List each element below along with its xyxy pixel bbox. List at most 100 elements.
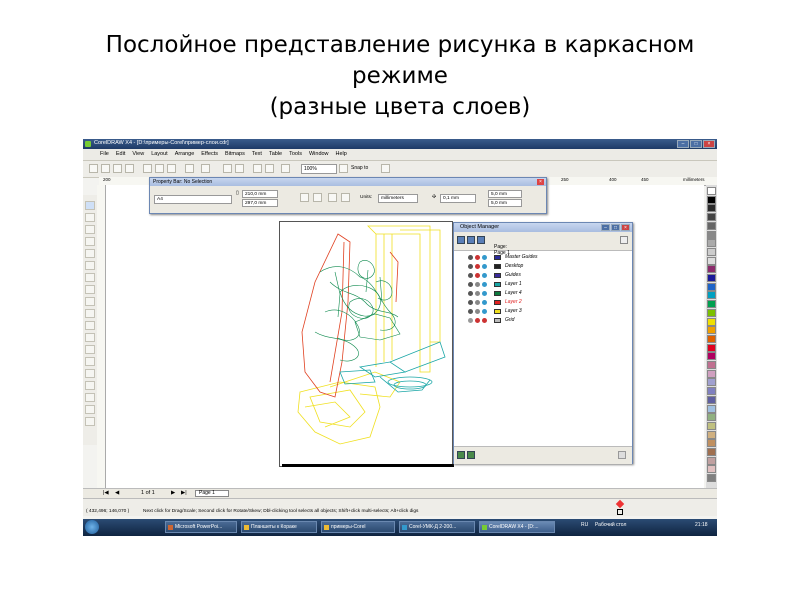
close-button[interactable]: × — [703, 140, 715, 148]
interactive-blend-tool-icon[interactable] — [85, 369, 95, 378]
full-screen-preview-icon[interactable] — [339, 164, 348, 173]
palette-swatch[interactable] — [707, 395, 716, 404]
print-icon[interactable] — [475, 309, 480, 314]
palette-swatch[interactable] — [707, 308, 716, 317]
print-disabled-icon[interactable] — [475, 318, 480, 323]
palette-swatch[interactable] — [707, 387, 716, 396]
delete-layer-icon[interactable] — [618, 451, 626, 459]
menu-file[interactable]: File — [100, 149, 109, 160]
nudge-distance-field[interactable]: 0,1 mm — [440, 194, 476, 203]
dimension-tool-icon[interactable] — [85, 345, 95, 354]
zoom-tool-icon[interactable] — [85, 237, 95, 246]
print-disabled-icon[interactable] — [475, 273, 480, 278]
layer-manager-view-icon[interactable] — [477, 236, 485, 244]
page-height-field[interactable]: 297,0 mm — [242, 199, 278, 207]
palette-swatch[interactable] — [707, 474, 716, 483]
palette-swatch[interactable] — [707, 326, 716, 335]
undo-icon[interactable] — [185, 164, 194, 173]
visibility-eye-icon[interactable] — [468, 300, 473, 305]
edit-pencil-icon[interactable] — [482, 264, 487, 269]
table-tool-icon[interactable] — [85, 333, 95, 342]
visibility-eye-icon[interactable] — [468, 264, 473, 269]
palette-swatch[interactable] — [707, 465, 716, 474]
edit-pencil-icon[interactable] — [482, 309, 487, 314]
print-icon[interactable] — [475, 264, 480, 269]
docker-restore-button[interactable]: □ — [611, 224, 620, 231]
new-layer-icon[interactable] — [457, 451, 465, 459]
connector-tool-icon[interactable] — [85, 357, 95, 366]
corel-online-icon[interactable] — [281, 164, 290, 173]
previous-page-icon[interactable]: ◀ — [115, 490, 119, 496]
paper-size-select[interactable]: A4 — [154, 195, 232, 204]
palette-swatch[interactable] — [707, 187, 716, 195]
last-page-icon[interactable]: ▶| — [181, 490, 187, 496]
edit-pencil-icon[interactable] — [482, 300, 487, 305]
menu-bitmaps[interactable]: Bitmaps — [225, 149, 245, 160]
palette-swatch[interactable] — [707, 369, 716, 378]
export-icon[interactable] — [235, 164, 244, 173]
menu-view[interactable]: View — [132, 149, 144, 160]
snap-to-dropdown[interactable]: Snap to — [351, 165, 368, 171]
palette-swatch[interactable] — [707, 195, 716, 204]
visibility-eye-icon[interactable] — [468, 309, 473, 314]
open-icon[interactable] — [101, 164, 110, 173]
palette-swatch[interactable] — [707, 421, 716, 430]
menu-table[interactable]: Table — [269, 149, 282, 160]
palette-swatch[interactable] — [707, 352, 716, 361]
visibility-eye-icon[interactable] — [468, 255, 473, 260]
edit-pencil-icon[interactable] — [482, 291, 487, 296]
pick-tool-icon[interactable] — [85, 201, 95, 210]
palette-swatch[interactable] — [707, 282, 716, 291]
redo-icon[interactable] — [201, 164, 210, 173]
palette-swatch[interactable] — [707, 317, 716, 326]
options-icon[interactable] — [381, 164, 390, 173]
landscape-icon[interactable] — [313, 193, 322, 202]
page-width-field[interactable]: 210,0 mm — [242, 190, 278, 198]
taskbar-item-coreldraw[interactable]: CorelDRAW X4 - [D:... — [479, 521, 555, 533]
palette-swatch[interactable] — [707, 456, 716, 465]
polygon-tool-icon[interactable] — [85, 297, 95, 306]
basic-shapes-tool-icon[interactable] — [85, 309, 95, 318]
copy-icon[interactable] — [155, 164, 164, 173]
start-button[interactable] — [85, 520, 99, 534]
menu-window[interactable]: Window — [309, 149, 329, 160]
minimize-button[interactable]: – — [677, 140, 689, 148]
layer-row-master-guides[interactable]: Master Guides — [468, 253, 618, 262]
layer-row-grid[interactable]: Grid — [468, 316, 618, 325]
fill-tool-icon[interactable] — [85, 405, 95, 414]
property-bar-close-icon[interactable]: × — [537, 179, 544, 185]
menu-edit[interactable]: Edit — [116, 149, 125, 160]
print-icon[interactable] — [475, 282, 480, 287]
palette-swatch[interactable] — [707, 361, 716, 369]
palette-swatch[interactable] — [707, 256, 716, 265]
cut-icon[interactable] — [143, 164, 152, 173]
portrait-icon[interactable] — [300, 193, 309, 202]
palette-swatch[interactable] — [707, 213, 716, 222]
menu-effects[interactable]: Effects — [201, 149, 218, 160]
palette-swatch[interactable] — [707, 247, 716, 256]
menu-help[interactable]: Help — [336, 149, 347, 160]
eyedropper-tool-icon[interactable] — [85, 381, 95, 390]
current-page-icon[interactable] — [341, 193, 350, 202]
edit-disabled-icon[interactable] — [482, 318, 487, 323]
next-page-icon[interactable]: ▶ — [171, 490, 175, 496]
language-indicator[interactable]: RU — [581, 522, 588, 528]
palette-swatch[interactable] — [707, 439, 716, 448]
save-icon[interactable] — [113, 164, 122, 173]
layer-row-layer-3[interactable]: Layer 3 — [468, 307, 618, 316]
vertical-ruler[interactable] — [97, 185, 106, 488]
palette-swatch[interactable] — [707, 274, 716, 282]
import-icon[interactable] — [223, 164, 232, 173]
rectangle-tool-icon[interactable] — [85, 273, 95, 282]
object-manager-menu-icon[interactable] — [620, 236, 628, 244]
docker-close-button[interactable]: × — [621, 224, 630, 231]
interactive-fill-tool-icon[interactable] — [85, 417, 95, 426]
edit-pencil-icon[interactable] — [482, 282, 487, 287]
visibility-eye-icon[interactable] — [468, 282, 473, 287]
new-document-icon[interactable] — [89, 164, 98, 173]
layer-row-desktop[interactable]: Desktop — [468, 262, 618, 271]
freehand-tool-icon[interactable] — [85, 249, 95, 258]
maximize-button[interactable]: □ — [690, 140, 702, 148]
layer-row-layer-1[interactable]: Layer 1 — [468, 280, 618, 289]
docker-minimize-button[interactable]: – — [601, 224, 610, 231]
